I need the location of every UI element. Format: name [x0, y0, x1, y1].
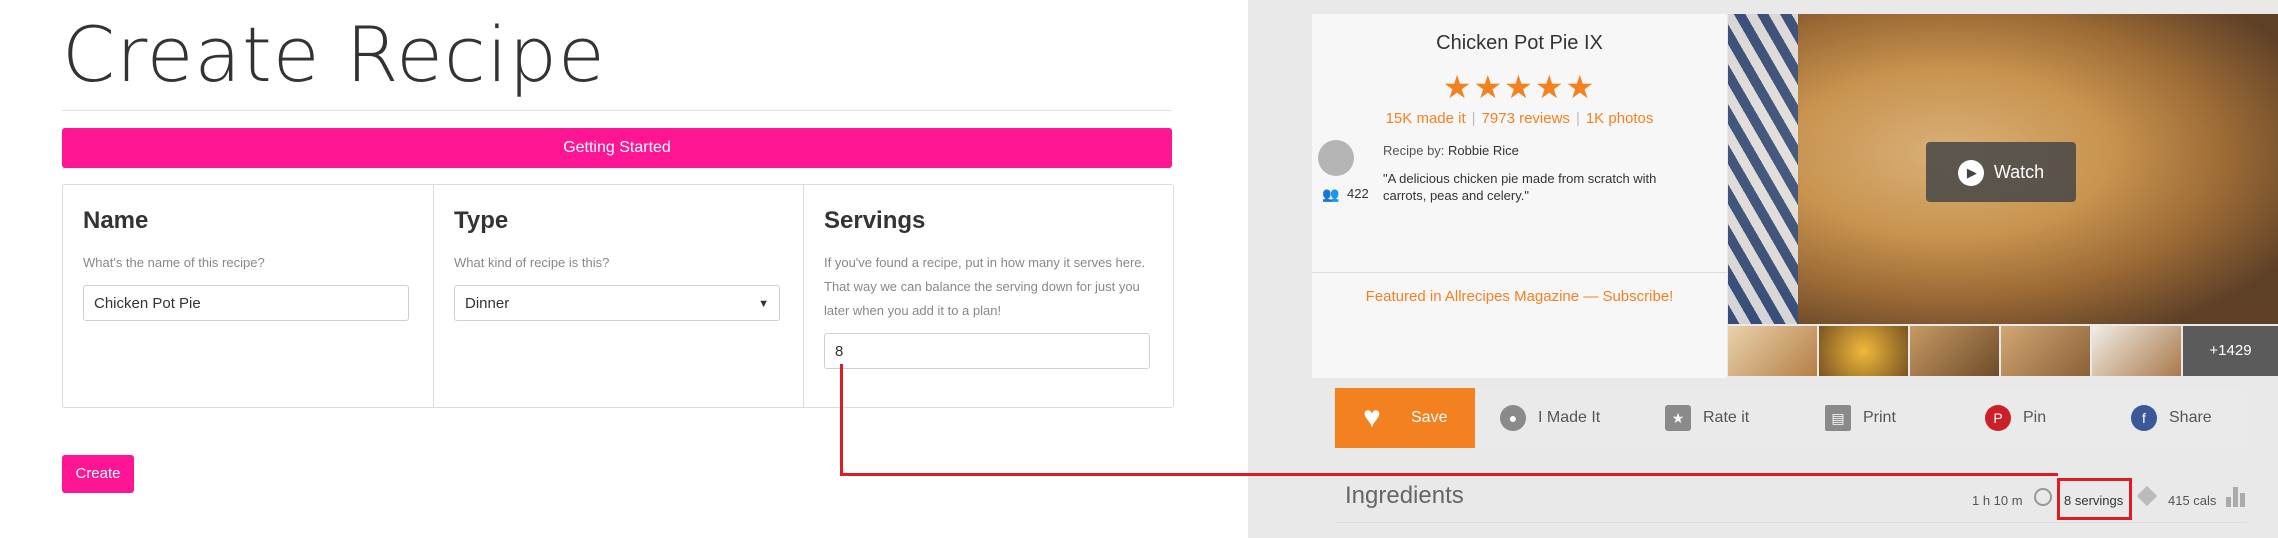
recipe-description: "A delicious chicken pie made from scrat… [1383, 171, 1657, 203]
featured-link[interactable]: Featured in Allrecipes Magazine — Subscr… [1312, 288, 1727, 305]
avatar[interactable] [1318, 140, 1354, 176]
type-select-value: Dinner [465, 295, 510, 312]
name-heading: Name [83, 207, 149, 234]
thumbnail[interactable] [1728, 326, 1817, 376]
share-label: Share [2169, 409, 2212, 426]
getting-started-banner[interactable]: Getting Started [62, 128, 1172, 168]
type-section: Type What kind of recipe is this? Dinner… [433, 185, 804, 407]
save-button[interactable]: ♥ Save [1335, 388, 1475, 448]
cook-time: 1 h 10 m [1972, 493, 2023, 508]
clock-icon [2034, 488, 2052, 506]
print-icon: ▤ [1825, 404, 1851, 431]
facebook-icon: f [2131, 404, 2157, 431]
hero-photo-towel [1728, 14, 1798, 324]
print-label: Print [1863, 409, 1896, 426]
rate-button[interactable]: ★ Rate it [1665, 388, 1749, 448]
pinterest-icon: P [1985, 404, 2011, 431]
thumbnail[interactable] [2092, 326, 2181, 376]
reviews-count[interactable]: 7973 reviews [1482, 110, 1570, 127]
servings-section: Servings If you've found a recipe, put i… [803, 185, 1174, 407]
made-it-label: I Made It [1538, 409, 1601, 426]
name-section: Name What's the name of this recipe? Chi… [63, 185, 433, 407]
made-it-icon: ● [1500, 404, 1526, 431]
pin-button[interactable]: P Pin [1985, 388, 2046, 448]
pin-label: Pin [2023, 409, 2047, 426]
connector-line [840, 473, 2058, 476]
made-it-button[interactable]: ● I Made It [1500, 388, 1600, 448]
recipe-action-bar: ♥ Save ● I Made It ★ Rate it ▤ Print P Pin f… [1335, 388, 2247, 448]
save-label: Save [1411, 409, 1448, 426]
thumbnail[interactable] [1819, 326, 1908, 376]
watch-button[interactable]: ▶ Watch [1926, 142, 2076, 202]
recipe-stats: 15K made it | 7973 reviews | 1K photos [1385, 110, 1654, 127]
recipe-form: Name What's the name of this recipe? Chi… [62, 184, 1174, 408]
rating-stars[interactable]: ★★★★★ [1312, 68, 1727, 106]
share-button[interactable]: f Share [2131, 388, 2212, 448]
thumbnail[interactable] [2001, 326, 2090, 376]
heart-icon: ♥ [1363, 401, 1381, 434]
name-help: What's the name of this recipe? [83, 255, 265, 270]
calories: 415 cals [2168, 493, 2217, 508]
type-select[interactable]: Dinner ▼ [454, 285, 780, 321]
type-heading: Type [454, 207, 509, 234]
play-icon: ▶ [1957, 160, 1984, 187]
servings-input[interactable]: 8 [824, 333, 1150, 369]
servings-highlight [2057, 478, 2132, 520]
watch-label: Watch [1993, 162, 2045, 182]
made-it-count[interactable]: 15K made it [1386, 110, 1466, 127]
rate-label: Rate it [1703, 409, 1750, 426]
followers-count: 422 [1347, 186, 1369, 201]
create-button[interactable]: Create [62, 455, 134, 493]
thumbnail[interactable] [1910, 326, 1999, 376]
rate-icon: ★ [1665, 404, 1691, 431]
ingredients-heading: Ingredients [1345, 482, 1464, 509]
followers-icon: 👥 [1322, 186, 1340, 202]
photo-thumbnails: +1429 [1728, 326, 2278, 376]
photos-count[interactable]: 1K photos [1586, 110, 1654, 127]
print-button[interactable]: ▤ Print [1825, 388, 1896, 448]
servings-heading: Servings [824, 207, 926, 234]
name-input[interactable]: Chicken Pot Pie [83, 285, 409, 321]
nutrition-bars-icon[interactable] [2226, 485, 2246, 507]
servings-help: If you've found a recipe, put in how man… [824, 255, 1146, 318]
ingredients-divider [1335, 522, 2247, 523]
more-photos-thumbnail[interactable]: +1429 [2183, 326, 2278, 376]
author-link[interactable]: Robbie Rice [1448, 143, 1519, 158]
connector-line [840, 364, 843, 476]
chevron-down-icon: ▼ [758, 298, 769, 310]
card-divider [1312, 272, 1727, 273]
title-divider [62, 110, 1172, 111]
recipe-title: Chicken Pot Pie IX [1436, 32, 1603, 54]
recipe-byline: Recipe by: Robbie Rice [1383, 143, 1519, 158]
recipe-by-label: Recipe by: [1383, 143, 1445, 158]
type-help: What kind of recipe is this? [454, 255, 610, 270]
page-title: Create Recipe [62, 10, 606, 99]
